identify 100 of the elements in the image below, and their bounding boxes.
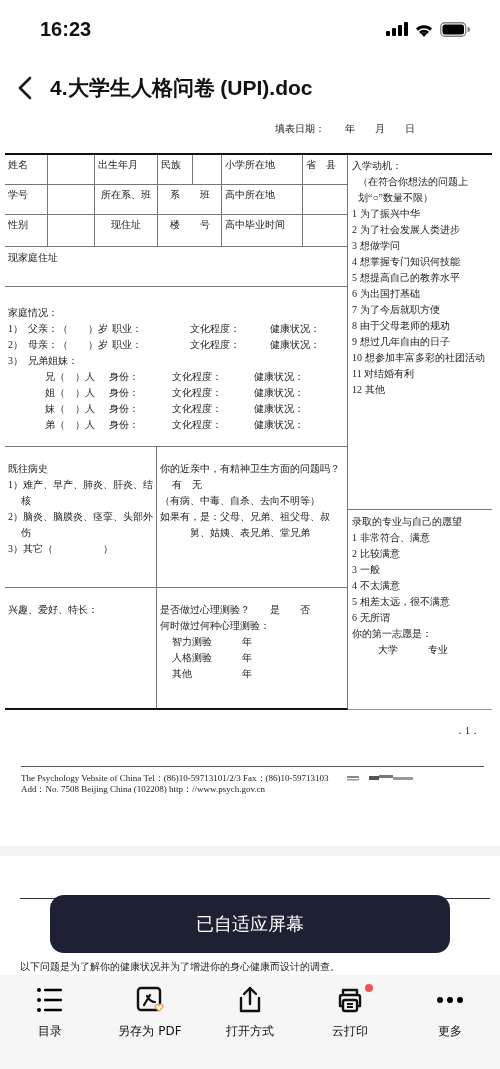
form-label: 系 班 [158, 185, 222, 215]
form-text: 兄弟姐妹： [28, 354, 78, 368]
footer-text: Add：No. 7508 Beijing China (102208) http：//www.psych.gov.cn [21, 784, 267, 795]
form-text: 其他 [172, 667, 193, 681]
toolbar-button[interactable]: 目录 [7, 983, 93, 1042]
form-text: 健康状况： [254, 370, 304, 384]
form-text: 3） [8, 354, 24, 368]
form-text: 健康状况： [270, 322, 320, 336]
form-text: 健康状况： [254, 418, 304, 432]
form-text: 6 无所谓 [352, 611, 391, 625]
form-text: 12 其他 [352, 383, 386, 397]
form-text: 文化程度： [190, 338, 241, 352]
form-text: 3）其它（ ） [8, 542, 114, 556]
form-text: 文化程度： [190, 322, 241, 336]
signal-icon [386, 22, 408, 36]
form-text: 1） [8, 322, 24, 336]
page-number: ．1． [454, 724, 481, 738]
form-label: 学号 [5, 185, 48, 215]
form-text: 你的第一志愿是： [352, 627, 433, 641]
form-text: 兴趣、爱好、特长： [8, 603, 99, 617]
form-text: 你的近亲中，有精神卫生方面的问题吗？ [160, 462, 341, 476]
blank-form-cell [48, 185, 95, 215]
form-label: 性别 [5, 215, 48, 247]
form-text: 年 [242, 667, 252, 681]
form-text: 4 不太满意 [352, 579, 401, 593]
form-text: 10 想参加丰富多彩的社团活动 [352, 351, 486, 365]
form-text: 2 为了社会发展人类进步 [352, 223, 461, 237]
form-label: 现住址 [95, 215, 158, 247]
form-text: 姐（ ）人 [45, 386, 96, 400]
more-icon [436, 996, 464, 1004]
document-title: 4.大学生人格问卷 (UPI).doc [50, 75, 313, 101]
form-label: 所在系、班 [95, 185, 158, 215]
footer-text: The Psychology Vebsite of China Tel：(86)10-59713101/2/3 Fax：(86)10-59713103 [21, 773, 329, 784]
form-text: 有 无 [171, 478, 203, 492]
form-text: 2） [8, 338, 24, 352]
toast-message: 已自适应屏幕 [50, 895, 450, 953]
form-text: 妹（ ）人 [45, 402, 96, 416]
form-text: 身份： [109, 386, 140, 400]
form-label: 姓名 [5, 155, 48, 185]
form-text: 身份： [109, 402, 140, 416]
form-text: 是否做过心理测验？ 是 否 [160, 603, 311, 617]
form-text: 8 由于父母老师的规劝 [352, 319, 451, 333]
form-text: 9 想过几年自由的日子 [352, 335, 451, 349]
pdf-file-icon [136, 986, 164, 1014]
form-cell: 现家庭住址 [5, 247, 347, 287]
form-text: 父亲：（ ）岁 [28, 322, 109, 336]
form-text: 文化程度： [172, 370, 223, 384]
form-text: 大学 [378, 643, 399, 657]
form-text: 弟（ ）人 [45, 418, 96, 432]
form-text: 1）难产、早产、肺炎、肝炎、结核 [8, 478, 153, 508]
printer-icon [336, 986, 364, 1014]
form-text: 如果有，是：父母、兄弟、祖父母、叔舅、姑姨、表兄弟、堂兄弟 [160, 510, 331, 540]
form-text: 4 想掌握专门知识何技能 [352, 255, 461, 269]
form-text: 2 比较满意 [352, 547, 401, 561]
form-label: 小学所在地 [222, 155, 303, 185]
form-text: （有病、中毒、自杀、去向不明等） [160, 494, 321, 508]
form-text: 1 非常符合、满意 [352, 531, 431, 545]
form-text: 6 为出国打基础 [352, 287, 421, 301]
intro-text: 以下问题是为了解你的健康状况并为了增进你的身心健康而设计的调查。 [20, 960, 341, 974]
form-text: 11 对结婚有利 [352, 367, 416, 381]
list-icon [36, 987, 64, 1013]
form-text: 既往病史 [8, 462, 49, 476]
form-text: 2）脑炎、脑膜炎、痉挛、头部外伤 [8, 510, 153, 540]
form-text: 人格测验 [172, 651, 213, 665]
form-text: 职业： [112, 338, 143, 352]
form-label: 民族 [158, 155, 193, 185]
back-icon[interactable] [18, 76, 32, 100]
form-label: 高中所在地 [222, 185, 303, 215]
form-label: 高中毕业时间 [222, 215, 303, 247]
toolbar-button[interactable]: 云打印 [307, 983, 393, 1042]
form-label: 省 县 [303, 155, 348, 185]
form-text: 职业： [112, 322, 143, 336]
form-text: 母亲：（ ）岁 [28, 338, 109, 352]
blank-form-cell [48, 215, 95, 247]
form-text: 3 一般 [352, 563, 381, 577]
form-text: 智力测验 [172, 635, 213, 649]
toolbar-button[interactable]: 更多 [407, 983, 493, 1042]
form-text: 5 相差太远，很不满意 [352, 595, 451, 609]
form-text: 7 为了今后就职方便 [352, 303, 441, 317]
form-label: 楼 号 [158, 215, 222, 247]
form-text: 何时做过何种心理测验： [160, 619, 271, 633]
battery-icon [440, 21, 470, 37]
form-text: 身份： [109, 418, 140, 432]
form-text: 文化程度： [172, 418, 223, 432]
form-text: 入学动机： [352, 159, 403, 173]
form-label: 出生年月 [95, 155, 158, 185]
form-text: 健康状况： [254, 386, 304, 400]
blank-form-cell [193, 155, 222, 185]
form-text: 1 为了振兴中华 [352, 207, 421, 221]
blank-form-cell [48, 155, 95, 185]
form-text: （在符合你想法的问题上划“○”数量不限） [357, 175, 469, 205]
toolbar-button[interactable]: 另存为 PDF [107, 983, 193, 1042]
form-text: 文化程度： [172, 386, 223, 400]
form-text: 年 [242, 651, 252, 665]
form-text: 3 想做学问 [352, 239, 401, 253]
form-text: 健康状况： [254, 402, 304, 416]
form-text: 家庭情况： [8, 306, 59, 320]
fill-date-text: 填表日期： 年 月 日 [274, 122, 416, 136]
toolbar-button[interactable]: 打开方式 [207, 983, 293, 1042]
share-icon [237, 986, 263, 1014]
